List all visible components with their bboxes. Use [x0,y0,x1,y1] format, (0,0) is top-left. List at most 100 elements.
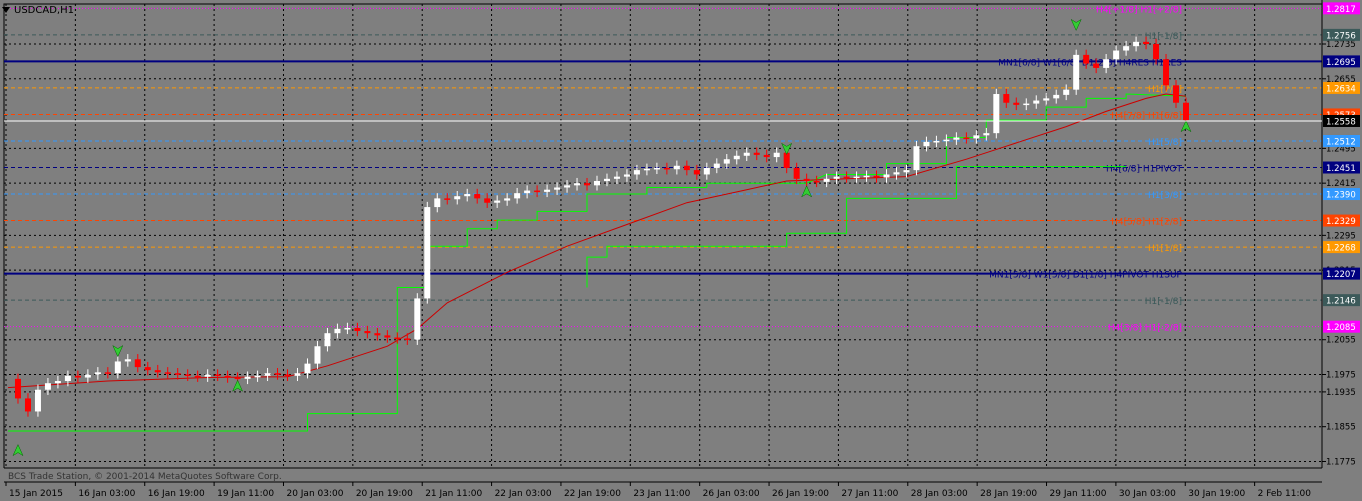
candle-body [264,373,271,376]
candle-body [404,338,411,340]
candle-body [274,373,281,375]
x-tick-label: 26 Jan 19:00 [772,489,829,499]
level-price-tag-text: 1.2085 [1326,323,1356,333]
x-tick-label: 22 Jan 19:00 [564,489,621,499]
candle-body [584,183,591,186]
level-label: H4[5/8] H1[2/8] [1111,218,1182,228]
candle-body [1043,98,1050,101]
candle-body [1163,59,1170,86]
candle-body [564,185,571,188]
candle-body [574,183,581,186]
level-price-tag-text: 1.2268 [1326,244,1356,254]
level-label: MN1[6/8] W1[6/8] D1[2/8] H4RES H1RES [998,58,1182,68]
x-tick-label: 30 Jan 03:00 [1119,489,1176,499]
candle-body [424,207,431,299]
level-label: H4[7/8] H1[6/8] [1111,111,1182,121]
candle-body [124,359,131,362]
candle-body [64,375,71,382]
symbol-title: USDCAD,H1 [14,4,74,16]
dropdown-icon[interactable] [2,7,10,13]
candle-body [214,374,221,377]
level-price-tag-text: 1.2634 [1326,84,1356,94]
candle-body [613,176,620,179]
candle-body [1113,50,1120,60]
x-tick-label: 28 Jan 19:00 [980,489,1037,499]
candle-body [44,383,51,390]
candle-body [793,167,800,179]
level-label: H1[-1/8] [1145,297,1182,307]
candle-body [863,175,870,178]
candle-body [364,331,371,334]
x-tick-label: 30 Jan 19:00 [1188,489,1245,499]
candle-body [853,176,860,179]
candle-body [384,335,391,338]
x-tick-label: 26 Jan 03:00 [703,489,760,499]
candle-body [94,372,101,375]
candle-body [324,333,331,347]
x-tick-label: 27 Jan 11:00 [841,489,898,499]
candle-body [673,165,680,170]
level-price-tag-text: 1.2329 [1326,217,1356,227]
level-label: MN1[5/8] W1[5/8] D1[1/8] H4PIVOT H1SUP [989,271,1182,281]
candle-body [84,374,91,378]
candle-body [753,152,760,155]
candle-body [1023,103,1030,106]
candle-body [164,372,171,374]
candle-body [693,170,700,175]
candle-body [34,389,41,412]
price-chart[interactable]: H4[+1/8] H1[+2/8] H1[-1/8] MN1[6/8] W1[6/8… [0,0,1362,501]
candle-body [524,190,531,194]
chart-grid [3,3,1323,469]
candle-body [374,333,381,336]
candle-body [1073,54,1080,90]
candle-body [194,375,201,378]
candle-body [963,137,970,140]
candle-body [54,381,61,384]
level-label: H1[5/8] [1148,138,1182,148]
candle-body [713,163,720,168]
chart-title-bar[interactable]: USDCAD,H1 [2,2,74,18]
x-tick-label: 23 Jan 11:00 [633,489,690,499]
candle-body [14,378,21,399]
candle-body [733,155,740,160]
level-price-tag-text: 1.2756 [1326,31,1356,41]
candle-body [933,140,940,143]
x-tick-label: 28 Jan 03:00 [911,489,968,499]
candle-body [1053,94,1060,99]
candle-body [633,170,640,175]
level-label: H4[6/8] H1PIVOT [1106,165,1183,175]
candle-body [344,327,351,330]
level-price-tag-text: 1.2146 [1326,297,1356,307]
level-price-tag-text: 1.2817 [1326,5,1356,15]
candle-body [883,174,890,178]
candle-body [773,152,780,158]
candle-body [474,194,481,199]
candle-body [484,198,491,203]
level-label: H1[-1/8] [1145,32,1182,42]
x-tick-label: 15 Jan 2015 [9,489,63,499]
candle-body [643,168,650,171]
candle-body [943,139,950,142]
candle-body [334,328,341,334]
candle-body [1033,100,1040,104]
candle-body [144,367,151,371]
x-tick-label: 16 Jan 03:00 [78,489,135,499]
candle-body [663,167,670,170]
candle-body [504,198,511,201]
x-tick-label: 2 Feb 11:00 [1258,489,1312,499]
candle-body [454,196,461,200]
candle-body [244,376,251,379]
y-tick-label: 1.2055 [1326,336,1356,346]
y-tick-label: 1.1935 [1326,388,1356,398]
candle-body [923,141,930,147]
candle-body [833,176,840,179]
candle-body [623,174,630,177]
candle-body [444,198,451,200]
candle-body [723,159,730,164]
candle-body [284,374,291,377]
candle-body [823,178,830,182]
candle-body [594,180,600,186]
candle-body [174,373,181,375]
x-tick-label: 29 Jan 11:00 [1050,489,1107,499]
candle-body [1153,44,1160,60]
